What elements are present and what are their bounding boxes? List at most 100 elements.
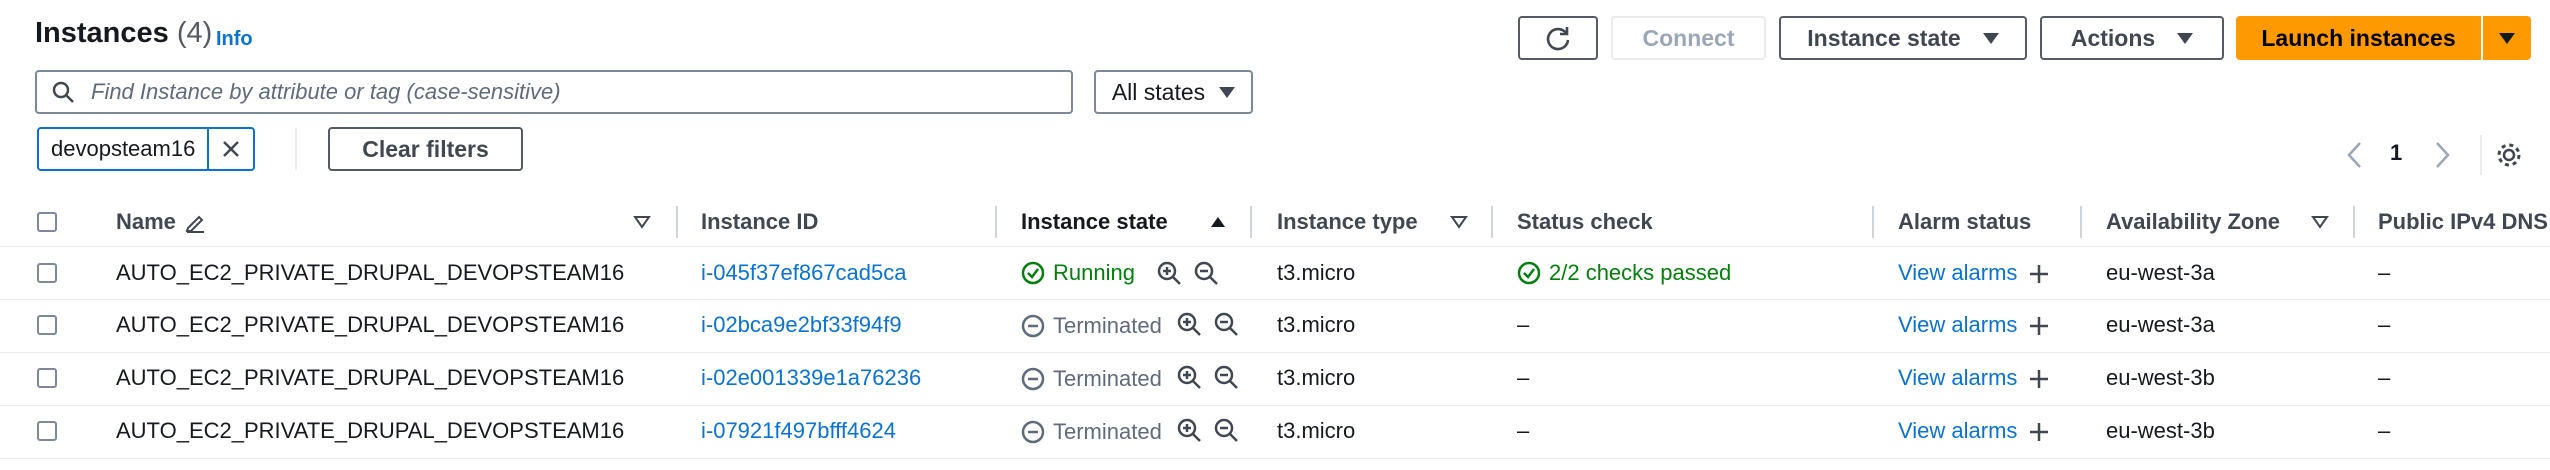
column-divider[interactable] <box>2353 206 2355 238</box>
chevron-left-icon[interactable] <box>2345 140 2365 170</box>
launch-instances-button[interactable]: Launch instances <box>2236 16 2481 60</box>
chevron-down-icon <box>2499 32 2515 44</box>
sort-name-button[interactable] <box>633 198 651 246</box>
edit-icon <box>185 215 204 233</box>
status-check-cell: 2/2 checks passed <box>1517 260 1731 286</box>
plus-icon[interactable] <box>2028 315 2050 337</box>
gear-icon[interactable] <box>2494 140 2524 170</box>
refresh-icon <box>1546 27 1570 51</box>
zoom-in-icon[interactable] <box>1156 260 1182 286</box>
connect-button[interactable]: Connect <box>1611 16 1766 60</box>
col-instance-state[interactable]: Instance state <box>1021 198 1168 246</box>
public-dns: – <box>2378 312 2391 337</box>
instance-state-button[interactable]: Instance state <box>1779 16 2027 60</box>
instance-id-link[interactable]: i-07921f497bfff4624 <box>701 418 896 444</box>
row-checkbox[interactable] <box>37 421 57 441</box>
clear-filters-button[interactable]: Clear filters <box>328 127 523 171</box>
instance-state-label: Instance state <box>1807 24 1961 51</box>
column-divider[interactable] <box>1250 206 1252 238</box>
check-circle-icon <box>1021 261 1045 285</box>
instance-state-text: Terminated <box>1053 419 1162 444</box>
col-alarm-status[interactable]: Alarm status <box>1898 198 2031 246</box>
zoom-out-icon[interactable] <box>1213 311 1239 337</box>
view-alarms-link[interactable]: View alarms <box>1898 418 2017 444</box>
zoom-out-icon[interactable] <box>1213 417 1239 443</box>
table-row[interactable]: AUTO_EC2_PRIVATE_DRUPAL_DEVOPSTEAM16 i-0… <box>0 353 2550 405</box>
plus-icon[interactable] <box>2028 368 2050 390</box>
zoom-in-icon[interactable] <box>1176 364 1202 390</box>
status-check-text: 2/2 checks passed <box>1549 260 1732 285</box>
plus-icon[interactable] <box>2028 421 2050 443</box>
view-alarms-link[interactable]: View alarms <box>1898 260 2017 286</box>
column-divider[interactable] <box>2080 206 2082 238</box>
instance-id-link[interactable]: i-045f37ef867cad5ca <box>701 260 907 286</box>
column-divider[interactable] <box>1491 206 1493 238</box>
info-link[interactable]: Info <box>216 28 253 51</box>
pager-divider <box>2480 135 2482 175</box>
minus-circle-icon <box>1021 420 1045 444</box>
search-input[interactable]: Find Instance by attribute or tag (case-… <box>35 70 1073 114</box>
launch-options-button[interactable] <box>2483 16 2531 60</box>
chevron-down-icon <box>1219 86 1236 98</box>
sort-down-icon <box>2311 216 2329 229</box>
filter-token: devopsteam16 <box>37 127 256 171</box>
states-select[interactable]: All states <box>1094 70 1253 114</box>
select-all-checkbox[interactable] <box>37 212 57 232</box>
row-name: AUTO_EC2_PRIVATE_DRUPAL_DEVOPSTEAM16 <box>116 260 625 285</box>
status-check-cell: – <box>1517 365 1530 390</box>
table-row[interactable]: AUTO_EC2_PRIVATE_DRUPAL_DEVOPSTEAM16 i-0… <box>0 247 2550 299</box>
table-row[interactable]: AUTO_EC2_PRIVATE_DRUPAL_DEVOPSTEAM16 i-0… <box>0 300 2550 352</box>
instance-state-cell: Terminated <box>1021 366 1162 392</box>
plus-icon[interactable] <box>2028 263 2050 285</box>
col-name[interactable]: Name <box>116 198 206 246</box>
zoom-in-icon[interactable] <box>1176 311 1202 337</box>
sort-down-icon <box>1450 216 1468 229</box>
column-divider[interactable] <box>995 206 997 238</box>
states-select-value: All states <box>1111 78 1206 105</box>
page-title: Instances (4) <box>35 17 212 50</box>
zoom-out-icon[interactable] <box>1193 260 1219 286</box>
availability-zone: eu-west-3a <box>2106 260 2215 285</box>
chevron-down-icon <box>1982 32 1999 44</box>
page-number[interactable]: 1 <box>2390 140 2402 166</box>
instance-state-text: Running <box>1053 260 1135 285</box>
col-public-dns[interactable]: Public IPv4 DNS <box>2378 198 2548 246</box>
column-divider[interactable] <box>1872 206 1874 238</box>
sort-state-button[interactable] <box>1209 198 1227 246</box>
availability-zone: eu-west-3b <box>2106 365 2215 390</box>
availability-zone: eu-west-3a <box>2106 312 2215 337</box>
instance-count: (4) <box>176 17 213 49</box>
sort-az-button[interactable] <box>2311 198 2329 246</box>
instance-id-link[interactable]: i-02bca9e2bf33f94f9 <box>701 312 902 338</box>
public-dns: – <box>2378 365 2391 390</box>
row-checkbox[interactable] <box>37 315 57 335</box>
chevron-right-icon[interactable] <box>2432 140 2452 170</box>
view-alarms-link[interactable]: View alarms <box>1898 365 2017 391</box>
sort-type-button[interactable] <box>1450 198 1468 246</box>
status-check-cell: – <box>1517 312 1530 337</box>
view-alarms-link[interactable]: View alarms <box>1898 312 2017 338</box>
table-header: Name Instance ID Instance state Instance… <box>0 198 2550 246</box>
instance-state-cell: Running <box>1021 260 1135 286</box>
col-instance-id[interactable]: Instance ID <box>701 198 818 246</box>
column-divider[interactable] <box>676 206 678 238</box>
col-availability-zone[interactable]: Availability Zone <box>2106 198 2280 246</box>
col-instance-type[interactable]: Instance type <box>1277 198 1418 246</box>
availability-zone: eu-west-3b <box>2106 418 2215 443</box>
zoom-in-icon[interactable] <box>1176 417 1202 443</box>
instance-id-link[interactable]: i-02e001339e1a76236 <box>701 365 921 391</box>
instance-type: t3.micro <box>1277 312 1356 337</box>
public-dns: – <box>2378 260 2391 285</box>
col-status-check[interactable]: Status check <box>1517 198 1653 246</box>
close-icon <box>223 141 240 157</box>
table-row[interactable]: AUTO_EC2_PRIVATE_DRUPAL_DEVOPSTEAM16 i-0… <box>0 406 2550 458</box>
actions-button[interactable]: Actions <box>2040 16 2224 60</box>
filter-divider <box>295 128 297 170</box>
public-dns: – <box>2378 418 2391 443</box>
instance-state-text: Terminated <box>1053 313 1162 338</box>
row-checkbox[interactable] <box>37 263 57 283</box>
zoom-out-icon[interactable] <box>1213 364 1239 390</box>
row-checkbox[interactable] <box>37 368 57 388</box>
remove-filter-button[interactable] <box>207 129 253 169</box>
refresh-button[interactable] <box>1518 16 1598 60</box>
